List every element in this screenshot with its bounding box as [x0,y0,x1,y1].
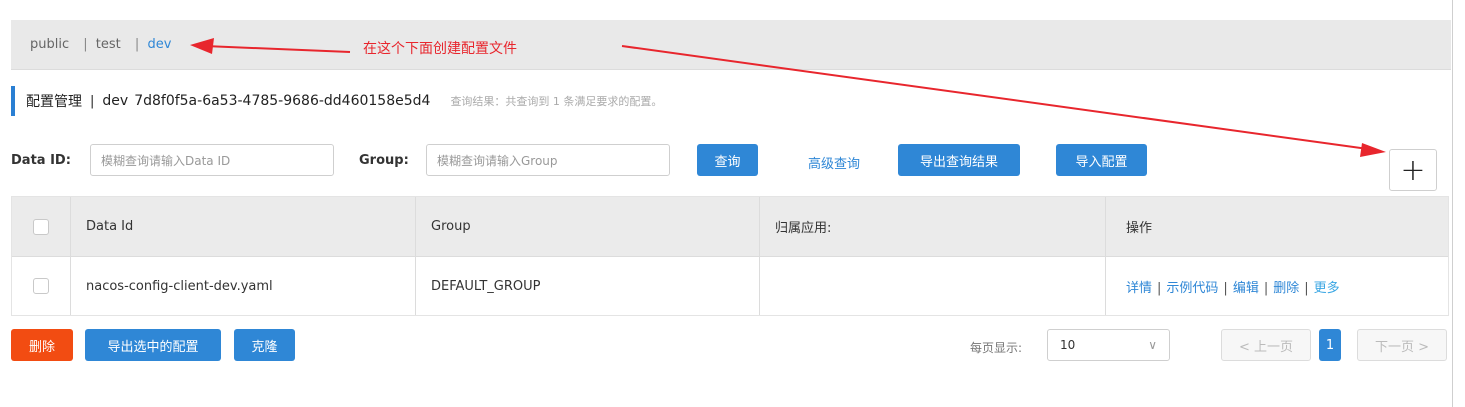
column-header-actions: 操作 [1126,221,1153,236]
action-detail-link[interactable]: 详情 [1126,281,1152,296]
page-size-select[interactable]: 10 ∨ [1047,329,1170,361]
data-id-input[interactable]: 模糊查询请输入Data ID [90,144,334,176]
group-input[interactable]: 模糊查询请输入Group [426,144,670,176]
row-actions: 详情 | 示例代码 | 编辑 | 删除 | 更多 [1106,257,1448,315]
action-separator: | [1223,280,1228,296]
config-table: Data Id Group 归属应用: 操作 nacos-config-clie… [11,196,1449,316]
export-selected-button[interactable]: 导出选中的配置 [85,329,221,361]
table-row: nacos-config-client-dev.yaml DEFAULT_GRO… [12,257,1448,315]
action-edit-link[interactable]: 编辑 [1233,281,1259,296]
page-header: 配置管理 | dev 7d8f0f5a-6a53-4785-9686-dd460… [11,86,662,116]
annotation-arrowhead-left [190,38,214,54]
page-title: 配置管理 [26,94,82,110]
annotation-arrow-line-left [204,45,351,53]
row-actions-group: 详情 | 示例代码 | 编辑 | 删除 | 更多 [1126,277,1340,296]
table-header: Data Id Group 归属应用: 操作 [12,197,1448,257]
row-checkbox-cell [12,257,71,315]
query-summary: 查询结果：共查询到 1 条满足要求的配置。 [450,95,663,108]
page-title-separator: | [90,93,95,109]
annotation-arrow-line-right [621,45,1369,150]
column-header-app: 归属应用: [760,197,1106,256]
window-edge [1452,0,1465,407]
next-page-button[interactable]: 下一页 > [1357,329,1447,361]
action-more-link[interactable]: 更多 [1314,281,1340,296]
current-namespace: dev [102,93,129,109]
action-separator: | [1157,280,1162,296]
namespace-id: 7d8f0f5a-6a53-4785-9686-dd460158e5d4 [134,93,431,109]
row-data-id: nacos-config-client-dev.yaml [71,257,416,315]
action-sample-code-link[interactable]: 示例代码 [1166,281,1218,296]
row-group: DEFAULT_GROUP [416,257,760,315]
page-size-value: 10 [1060,338,1076,352]
chevron-down-icon: ∨ [1148,338,1157,352]
clone-button[interactable]: 克隆 [234,329,295,361]
action-separator: | [1304,280,1309,296]
page-number-current[interactable]: 1 [1319,329,1341,361]
annotation-arrowhead-right [1360,143,1386,157]
header-checkbox-cell [12,197,71,256]
page-size-label: 每页显示: [970,341,1023,355]
annotation-text: 在这个下面创建配置文件 [363,41,517,57]
delete-selected-button[interactable]: 删除 [11,329,73,361]
column-header-group: Group [416,197,760,256]
action-separator: | [1263,280,1269,296]
column-header-data-id: Data Id [71,197,416,256]
select-all-checkbox[interactable] [33,218,49,235]
group-label: Group: [359,153,409,168]
add-config-button[interactable]: + [1389,149,1437,191]
import-config-button[interactable]: 导入配置 [1056,144,1147,176]
query-button[interactable]: 查询 [697,144,758,176]
prev-page-button[interactable]: < 上一页 [1221,329,1311,361]
row-checkbox[interactable] [33,278,49,294]
export-results-button[interactable]: 导出查询结果 [898,144,1020,176]
plus-icon: + [1400,152,1426,188]
action-delete-link[interactable]: 删除 [1273,281,1299,296]
row-app [760,257,1106,315]
data-id-label: Data ID: [11,153,71,168]
advanced-query-link[interactable]: 高级查询 [808,153,860,172]
